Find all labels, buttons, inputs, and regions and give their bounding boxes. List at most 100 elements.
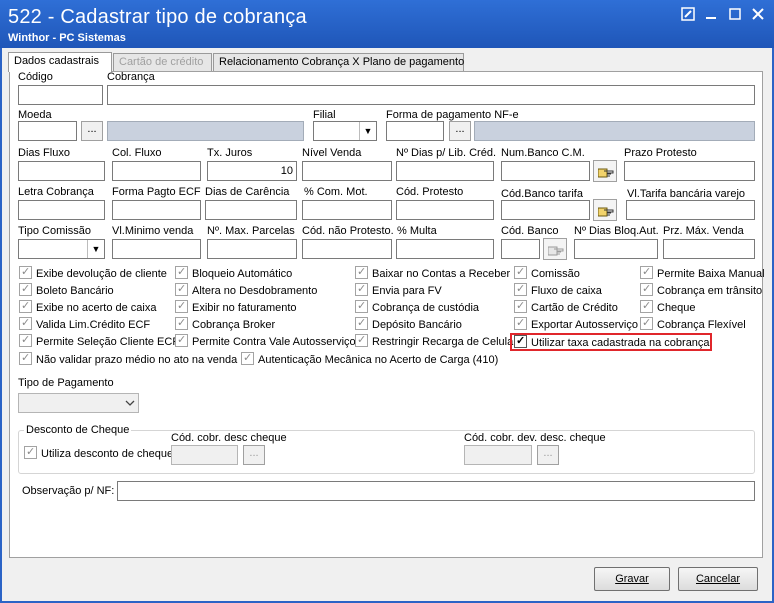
check-icon[interactable] — [19, 316, 32, 331]
checkbox-cartao-credito[interactable]: Cartão de Crédito — [514, 299, 618, 315]
moeda-lookup-button[interactable]: ... — [81, 121, 103, 141]
minimize-icon[interactable] — [703, 7, 719, 21]
checkbox-restringir-recarga[interactable]: Restringir Recarga de Celular — [355, 333, 517, 349]
cancel-button[interactable]: Cancelar — [678, 567, 758, 591]
check-icon[interactable] — [175, 265, 188, 280]
forma-pag-nfe-lookup-button[interactable]: ... — [449, 121, 471, 141]
check-icon[interactable] — [355, 299, 368, 314]
filial-select[interactable]: ▼ — [313, 121, 377, 141]
tipo-pagamento-select[interactable] — [18, 393, 139, 413]
checkbox-autenticacao-mecanica[interactable]: Autenticação Mecânica no Acerto de Carga… — [241, 351, 498, 367]
cod-banco-input[interactable] — [501, 239, 540, 259]
tx-juros-input[interactable]: 10 — [207, 161, 297, 181]
tab-relacionamento[interactable]: Relacionamento Cobrança X Plano de pagam… — [213, 53, 464, 72]
chevron-down-icon[interactable] — [121, 394, 138, 412]
observacao-nf-input[interactable] — [117, 481, 755, 501]
checkbox-exibir-faturamento[interactable]: Exibir no faturamento — [175, 299, 297, 315]
edit-icon[interactable] — [680, 7, 696, 21]
tab-dados-cadastrais[interactable]: Dados cadastrais — [8, 52, 112, 72]
checkbox-exibe-devolucao[interactable]: Exibe devolução de cliente — [19, 265, 167, 281]
check-icon[interactable] — [355, 265, 368, 280]
checkbox-cheque[interactable]: Cheque — [640, 299, 696, 315]
com-mot-input[interactable] — [302, 200, 392, 220]
check-icon[interactable] — [355, 282, 368, 297]
checkbox-comissao[interactable]: Comissão — [514, 265, 580, 281]
check-icon[interactable] — [19, 282, 32, 297]
check-icon[interactable] — [24, 445, 37, 460]
cod-cobr-dev-input[interactable] — [464, 445, 532, 465]
checkbox-fluxo-caixa[interactable]: Fluxo de caixa — [514, 282, 602, 298]
checkbox-altera-desdobramento[interactable]: Altera no Desdobramento — [175, 282, 317, 298]
cod-cobr-desc-input[interactable] — [171, 445, 238, 465]
check-icon[interactable] — [514, 334, 527, 349]
checkbox-exibe-acerto-caixa[interactable]: Exibe no acerto de caixa — [19, 299, 156, 315]
prazo-protesto-input[interactable] — [624, 161, 755, 181]
maximize-icon[interactable] — [727, 7, 743, 21]
checkbox-cobranca-broker[interactable]: Cobrança Broker — [175, 316, 275, 332]
cod-nao-protesto-input[interactable] — [302, 239, 392, 259]
codigo-input[interactable] — [18, 85, 103, 105]
check-icon[interactable] — [514, 265, 527, 280]
check-icon[interactable] — [514, 299, 527, 314]
check-icon[interactable] — [640, 316, 653, 331]
checkbox-cobranca-flexivel[interactable]: Cobrança Flexível — [640, 316, 746, 332]
prz-max-venda-input[interactable] — [663, 239, 755, 259]
check-icon[interactable] — [175, 333, 188, 348]
cod-protesto-input[interactable] — [396, 200, 494, 220]
forma-pagto-ecf-input[interactable] — [112, 200, 201, 220]
checkbox-valida-lim-credito-ecf[interactable]: Valida Lim.Crédito ECF — [19, 316, 150, 332]
save-button[interactable]: Gravar — [594, 567, 670, 591]
vl-tarifa-input[interactable] — [626, 200, 755, 220]
checkbox-cobranca-custodia[interactable]: Cobrança de custódia — [355, 299, 479, 315]
check-icon[interactable] — [640, 265, 653, 280]
close-icon[interactable] — [750, 7, 766, 21]
checkbox-exportar-autosservico[interactable]: Exportar Autosserviço — [514, 316, 638, 332]
checkbox-baixar-contas-receber[interactable]: Baixar no Contas a Receber — [355, 265, 510, 281]
check-icon[interactable] — [241, 351, 254, 366]
vl-minimo-venda-input[interactable] — [112, 239, 201, 259]
dias-carencia-input[interactable] — [205, 200, 297, 220]
check-icon[interactable] — [514, 316, 527, 331]
checkbox-permite-baixa-manual[interactable]: Permite Baixa Manual — [640, 265, 765, 281]
check-icon[interactable] — [19, 265, 32, 280]
checkbox-utiliza-desconto-cheque[interactable]: Utiliza desconto de cheque — [24, 445, 173, 461]
check-icon[interactable] — [175, 282, 188, 297]
chevron-down-icon[interactable]: ▼ — [87, 240, 104, 258]
moeda-input[interactable] — [18, 121, 77, 141]
checkbox-permite-selecao-cliente-ecf[interactable]: Permite Seleção Cliente ECF — [19, 333, 179, 349]
checkbox-boleto-bancario[interactable]: Boleto Bancário — [19, 282, 114, 298]
checkbox-utilizar-taxa-cadastrada[interactable]: Utilizar taxa cadastrada na cobrança — [514, 334, 710, 350]
checkbox-deposito-bancario[interactable]: Depósito Bancário — [355, 316, 462, 332]
checkbox-bloqueio-automatico[interactable]: Bloqueio Automático — [175, 265, 292, 281]
cod-banco-tarifa-lookup-icon[interactable] — [593, 199, 617, 221]
cobranca-input[interactable] — [107, 85, 755, 105]
check-icon[interactable] — [355, 316, 368, 331]
check-icon[interactable] — [640, 299, 653, 314]
check-icon[interactable] — [175, 299, 188, 314]
dias-fluxo-input[interactable] — [18, 161, 105, 181]
checkbox-cobranca-transito[interactable]: Cobrança em trânsito — [640, 282, 762, 298]
chevron-down-icon[interactable]: ▼ — [359, 122, 376, 140]
n-dias-lib-cred-input[interactable] — [396, 161, 494, 181]
tipo-comissao-select[interactable]: ▼ — [18, 239, 105, 259]
check-icon[interactable] — [355, 333, 368, 348]
checkbox-envia-fv[interactable]: Envia para FV — [355, 282, 442, 298]
checkbox-nao-validar-prazo-medio[interactable]: Não validar prazo médio no ato na venda — [19, 351, 237, 367]
letra-cobranca-input[interactable] — [18, 200, 105, 220]
check-icon[interactable] — [19, 299, 32, 314]
n-dias-bloq-aut-input[interactable] — [574, 239, 658, 259]
cod-cobr-dev-lookup-button[interactable]: ... — [537, 445, 559, 465]
checkbox-permite-contra-vale[interactable]: Permite Contra Vale Autosserviço — [175, 333, 356, 349]
check-icon[interactable] — [175, 316, 188, 331]
check-icon[interactable] — [514, 282, 527, 297]
cod-banco-tarifa-input[interactable] — [501, 200, 590, 220]
num-banco-cm-lookup-icon[interactable] — [593, 160, 617, 182]
col-fluxo-input[interactable] — [112, 161, 201, 181]
num-banco-cm-input[interactable] — [501, 161, 590, 181]
n-max-parcelas-input[interactable] — [207, 239, 297, 259]
check-icon[interactable] — [640, 282, 653, 297]
check-icon[interactable] — [19, 333, 32, 348]
cod-cobr-desc-lookup-button[interactable]: ... — [243, 445, 265, 465]
nivel-venda-input[interactable] — [302, 161, 392, 181]
forma-pag-nfe-input[interactable] — [386, 121, 444, 141]
